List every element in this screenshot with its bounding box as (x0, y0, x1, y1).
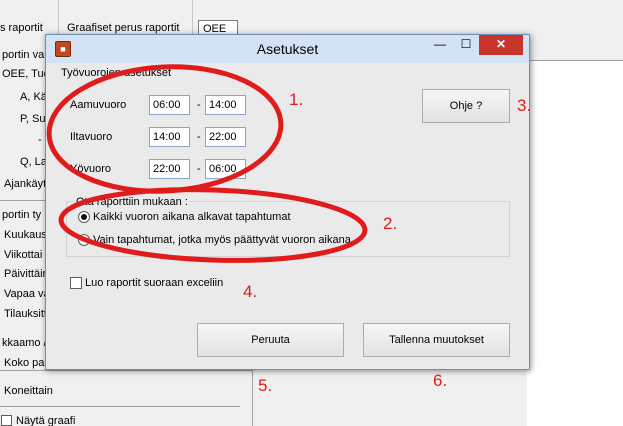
annotation-label-2: 2. (383, 214, 398, 233)
annotation-overlay (46, 64, 368, 263)
annotation-label-5: 5. (258, 376, 273, 395)
annotation-label-6: 6. (433, 371, 448, 390)
annotation-label-1: 1. (289, 90, 304, 109)
annotation-ellipse-report-options (58, 187, 368, 263)
annotation-label-3: 3. (517, 96, 532, 115)
annotation-ellipse-shifts (46, 64, 284, 194)
annotation-label-4: 4. (243, 282, 258, 301)
